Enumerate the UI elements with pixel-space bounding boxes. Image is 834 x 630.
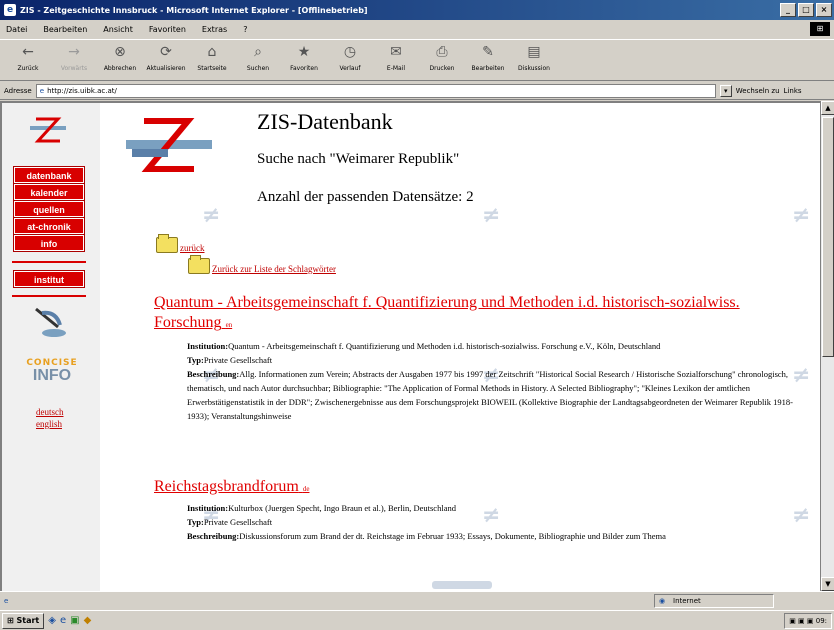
left-navigation: datenbank kalender quellen at-chronik in… — [2, 103, 100, 591]
go-button[interactable]: Wechseln zu — [736, 87, 780, 95]
window-title: ZIS - Zeitgeschichte Innsbruck - Microso… — [20, 5, 368, 15]
menu-bearbeiten[interactable]: Bearbeiten — [43, 25, 87, 34]
home-button[interactable]: ⌂ Startseite — [192, 40, 232, 72]
menu-ansicht[interactable]: Ansicht — [103, 25, 133, 34]
quicklaunch-icon[interactable]: ◆ — [84, 615, 92, 626]
start-button[interactable]: ⊞ Start — [2, 612, 45, 629]
quicklaunch-icon[interactable]: e — [60, 615, 66, 626]
nav-institut[interactable]: institut — [14, 271, 84, 287]
back-arrow-icon: ← — [22, 44, 34, 60]
language-tag: en — [225, 321, 233, 329]
menu-extras[interactable]: Extras — [202, 25, 227, 34]
discuss-icon: ▤ — [527, 44, 541, 60]
window-title-bar[interactable]: e ZIS - Zeitgeschichte Innsbruck - Micro… — [0, 0, 834, 20]
search-query: Suche nach "Weimarer Republik" — [257, 151, 460, 167]
maximize-button[interactable]: □ — [798, 3, 814, 17]
zis-small-logo[interactable] — [28, 115, 68, 145]
mail-icon: ✉ — [390, 44, 402, 60]
address-url: http://zis.uibk.ac.at/ — [47, 86, 117, 95]
print-button[interactable]: ⎙ Drucken — [422, 40, 462, 72]
favorites-icon: ★ — [297, 44, 311, 60]
scroll-down-button[interactable]: ▼ — [821, 577, 834, 591]
page-title: ZIS-Datenbank — [257, 109, 393, 134]
mail-button[interactable]: ✉ E-Mail — [376, 40, 416, 72]
edit-icon: ✎ — [482, 44, 494, 60]
forward-button[interactable]: → Vorwärts — [54, 40, 94, 72]
menu-datei[interactable]: Datei — [6, 25, 27, 34]
nav-info[interactable]: info — [14, 235, 84, 251]
language-tag: de — [302, 485, 310, 493]
history-button[interactable]: ◷ Verlauf — [330, 40, 370, 72]
favorites-button[interactable]: ★ Favoriten — [284, 40, 324, 72]
result-title-link[interactable]: Reichstagsbrandforum de — [154, 477, 804, 499]
discuss-button[interactable]: ▤ Diskussion — [514, 40, 554, 72]
history-icon: ◷ — [343, 44, 357, 60]
windows-logo-icon: ⊞ — [7, 615, 17, 625]
scroll-up-button[interactable]: ▲ — [821, 101, 834, 115]
lang-deutsch-link[interactable]: deutsch — [36, 407, 64, 417]
close-button[interactable]: × — [816, 3, 832, 17]
folder-icon[interactable] — [188, 255, 210, 274]
watermark-logo: ≠ — [482, 203, 501, 228]
page-content: datenbank kalender quellen at-chronik in… — [0, 101, 820, 591]
system-tray: ▣ ▣ ▣ 09: — [784, 613, 832, 629]
vertical-scrollbar[interactable]: ▲ ▼ — [820, 101, 834, 591]
menu-help[interactable]: ? — [243, 25, 247, 34]
result-details: Institution:Quantum - Arbeitsgemeinschaf… — [187, 341, 793, 421]
toolbar: ← Zurück → Vorwärts ⊗ Abbrechen ⟳ Aktualisie… — [0, 39, 834, 81]
status-bar: e ◉ Internet — [0, 591, 834, 609]
refresh-icon: ⟳ — [160, 44, 172, 60]
address-dropdown-button[interactable]: ▾ — [719, 84, 732, 97]
lang-english-link[interactable]: english — [36, 419, 62, 429]
nav-kalender[interactable]: kalender — [14, 184, 84, 200]
search-button[interactable]: ⌕ Suchen — [238, 40, 278, 72]
footer-banner — [432, 581, 492, 589]
address-label: Adresse — [4, 86, 32, 95]
stop-icon: ⊗ — [114, 44, 126, 60]
ie-logo-icon: e — [4, 4, 16, 16]
result-title-link[interactable]: Quantum - Arbeitsgemeinschaft f. Quantif… — [154, 293, 804, 335]
scroll-thumb[interactable] — [822, 117, 834, 357]
home-icon: ⌂ — [207, 44, 217, 60]
result-details: Institution:Kulturbox (Juergen Specht, I… — [187, 503, 666, 541]
address-bar: Adresse e http://zis.uibk.ac.at/ ▾ Wechs… — [0, 82, 834, 100]
folder-icon[interactable] — [156, 234, 178, 253]
clock: 09: — [815, 617, 827, 625]
stop-button[interactable]: ⊗ Abbrechen — [100, 40, 140, 72]
page-icon: e — [39, 86, 45, 95]
minimize-button[interactable]: _ — [780, 3, 796, 17]
back-link[interactable]: zurück — [180, 243, 205, 253]
zis-large-logo — [126, 118, 212, 172]
watermark-logo: ≠ — [202, 203, 221, 228]
concise-info-logo[interactable]: CONCISE INFO — [22, 358, 82, 384]
tray-icons[interactable]: ▣ ▣ ▣ — [789, 617, 816, 625]
watermark-logo: ≠ — [792, 203, 811, 228]
print-icon: ⎙ — [436, 44, 448, 60]
back-to-keywords-link[interactable]: Zurück zur Liste der Schlagwörter — [212, 264, 336, 274]
menu-favoriten[interactable]: Favoriten — [149, 25, 186, 34]
search-icon: ⌕ — [254, 44, 262, 60]
result-count: Anzahl der passenden Datensätze: 2 — [257, 189, 474, 205]
forward-arrow-icon: → — [68, 44, 80, 60]
nav-divider — [12, 295, 86, 297]
nav-at-chronik[interactable]: at-chronik — [14, 218, 84, 234]
back-button[interactable]: ← Zurück — [8, 40, 48, 72]
status-page-icon: e — [4, 596, 9, 605]
quicklaunch-icon[interactable]: ◈ — [48, 615, 56, 626]
windows-logo-icon: ⊞ — [810, 22, 830, 36]
edit-button[interactable]: ✎ Bearbeiten — [468, 40, 508, 72]
main-content: ZIS-Datenbank Suche nach "Weimarer Repub… — [102, 103, 820, 591]
security-zone: ◉ Internet — [654, 594, 774, 608]
menu-bar: Datei Bearbeiten Ansicht Favoriten Extra… — [0, 20, 834, 38]
nav-datenbank[interactable]: datenbank — [14, 167, 84, 183]
nav-divider — [12, 261, 86, 263]
quicklaunch-icon[interactable]: ▣ — [70, 615, 79, 626]
globe-icon: ◉ — [659, 597, 666, 605]
address-input[interactable]: e http://zis.uibk.ac.at/ — [35, 83, 716, 98]
taskbar: ⊞ Start ◈ e ▣ ◆ ▣ ▣ ▣ 09: — [0, 610, 834, 630]
refresh-button[interactable]: ⟳ Aktualisieren — [146, 40, 186, 72]
links-button[interactable]: Links — [784, 87, 802, 95]
nav-quellen[interactable]: quellen — [14, 201, 84, 217]
satellite-dish-icon[interactable] — [32, 305, 68, 339]
